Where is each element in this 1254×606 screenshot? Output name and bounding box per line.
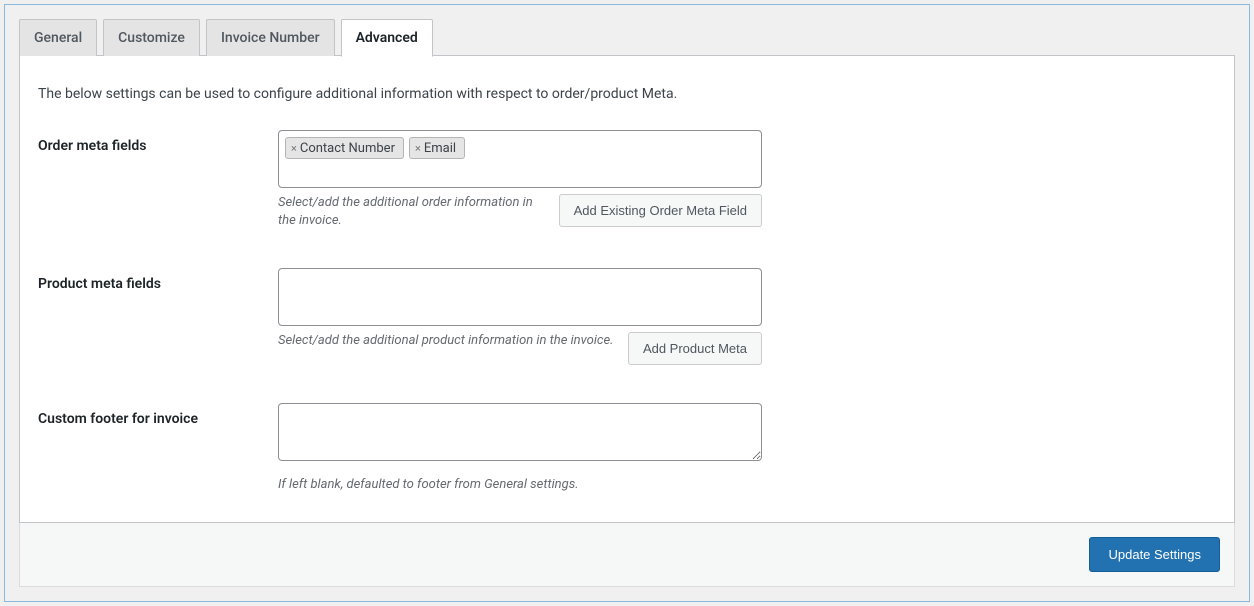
tab-advanced[interactable]: Advanced	[341, 19, 433, 57]
tab-general[interactable]: General	[19, 19, 97, 56]
settings-frame: General Customize Invoice Number Advance…	[4, 4, 1250, 602]
product-meta-help: Select/add the additional product inform…	[278, 332, 628, 350]
actions-bar: Update Settings	[19, 523, 1235, 587]
custom-footer-row: Custom footer for invoice If left blank,…	[38, 403, 1216, 492]
order-meta-label: Order meta fields	[38, 130, 278, 154]
remove-tag-icon[interactable]: ×	[415, 142, 421, 155]
product-meta-input[interactable]	[278, 268, 762, 326]
product-meta-label: Product meta fields	[38, 268, 278, 292]
intro-text: The below settings can be used to config…	[38, 86, 1216, 102]
order-meta-row: Order meta fields × Contact Number × Ema…	[38, 130, 1216, 230]
update-settings-button[interactable]: Update Settings	[1089, 537, 1220, 572]
remove-tag-icon[interactable]: ×	[291, 142, 297, 155]
add-product-meta-button[interactable]: Add Product Meta	[628, 332, 762, 365]
order-meta-input[interactable]: × Contact Number × Email	[278, 130, 762, 188]
order-meta-help: Select/add the additional order informat…	[278, 194, 559, 230]
custom-footer-help: If left blank, defaulted to footer from …	[278, 477, 762, 492]
add-order-meta-button[interactable]: Add Existing Order Meta Field	[559, 194, 762, 227]
tag-label: Email	[424, 141, 456, 156]
tag-contact-number[interactable]: × Contact Number	[285, 137, 404, 159]
custom-footer-textarea[interactable]	[278, 403, 762, 461]
tag-email[interactable]: × Email	[409, 137, 465, 159]
custom-footer-label: Custom footer for invoice	[38, 403, 278, 427]
tabs-nav: General Customize Invoice Number Advance…	[19, 19, 1235, 56]
product-meta-row: Product meta fields Select/add the addit…	[38, 268, 1216, 365]
tag-label: Contact Number	[300, 141, 395, 156]
tab-customize[interactable]: Customize	[103, 19, 200, 56]
settings-panel: The below settings can be used to config…	[19, 55, 1235, 523]
tab-invoice-number[interactable]: Invoice Number	[206, 19, 335, 56]
